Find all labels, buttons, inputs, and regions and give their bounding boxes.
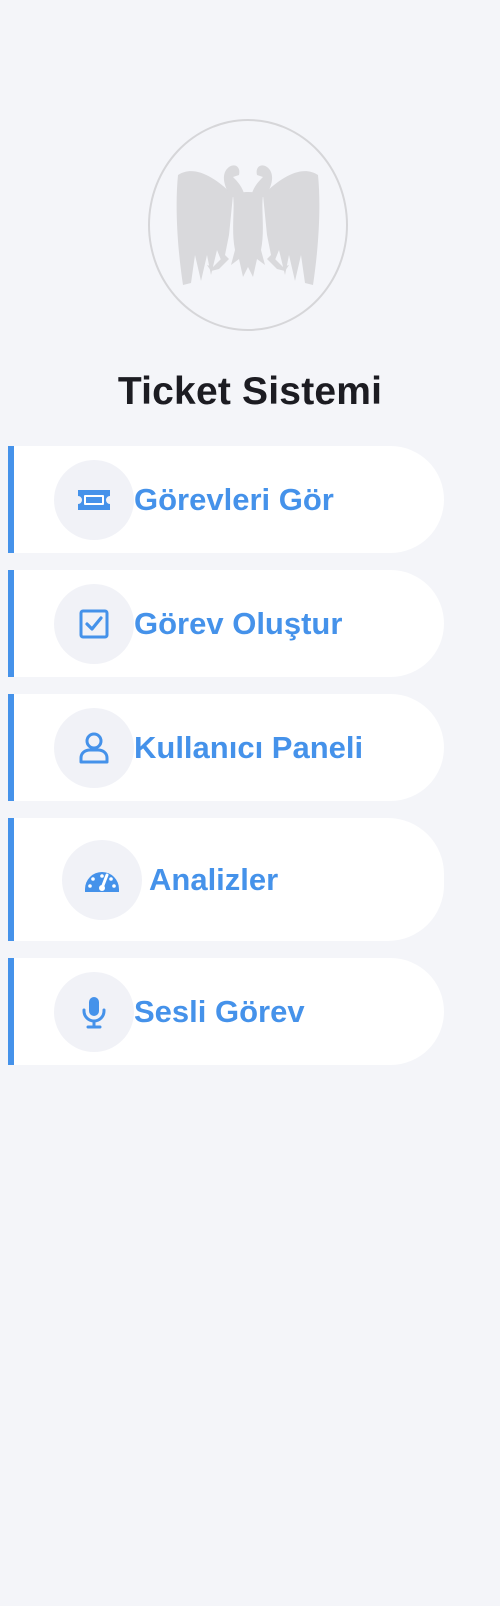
nav-item-kullanici-paneli[interactable]: Kullanıcı Paneli (8, 694, 444, 801)
nav-icon-wrap (54, 707, 134, 788)
nav-icon-wrap (54, 971, 134, 1052)
double-headed-eagle-icon (176, 165, 320, 285)
nav-icon-wrap (54, 459, 134, 540)
nav-label: Kullanıcı Paneli (134, 729, 364, 765)
nav-item-gorev-olustur[interactable]: Görev Oluştur (8, 570, 444, 677)
nav-item-sesli-gorev[interactable]: Sesli Görev (8, 958, 444, 1065)
ticket-icon (78, 489, 110, 510)
logo (148, 119, 348, 331)
user-icon (79, 732, 109, 763)
nav-icon-wrap (62, 839, 142, 920)
gauge-icon (85, 871, 119, 892)
microphone-icon (82, 996, 106, 1028)
checkbox-icon (79, 609, 109, 638)
nav-item-gorevleri-gor[interactable]: Görevleri Gör (8, 446, 444, 553)
app-title: Ticket Sistemi (117, 370, 383, 413)
nav-label: Analizler (149, 861, 279, 897)
sidebar: Ticket Sistemi Görevleri Gör Görev Oluşt… (0, 0, 500, 1606)
nav-icon-wrap (54, 583, 134, 664)
nav-item-analizler[interactable]: Analizler (8, 818, 444, 941)
nav-label: Sesli Görev (134, 993, 305, 1029)
nav-label: Görevleri Gör (134, 481, 334, 517)
main-nav: Görevleri Gör Görev Oluştur Kullanıcı Pa… (8, 446, 444, 1082)
nav-label: Görev Oluştur (134, 605, 343, 641)
